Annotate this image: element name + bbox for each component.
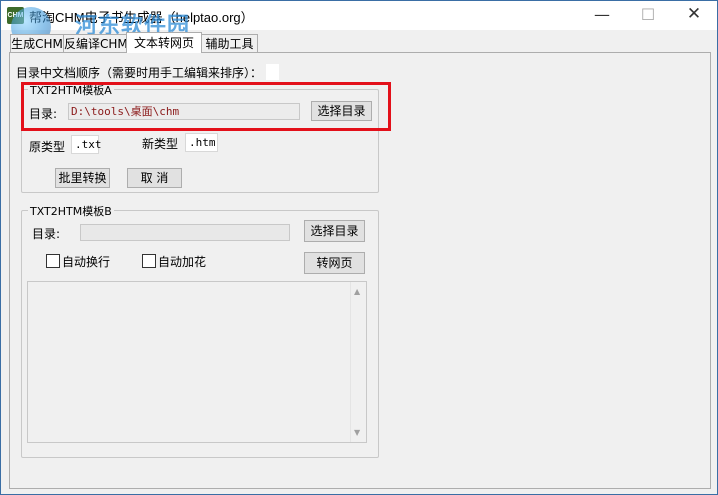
new-type-input[interactable]: .htm <box>185 133 218 152</box>
group-b-title: TXT2HTM模板B <box>28 203 114 219</box>
tab-generate-chm[interactable]: 生成CHM <box>10 34 64 53</box>
maximize-button[interactable]: ☐ <box>625 1 671 30</box>
vertical-scrollbar[interactable]: ▲ ▼ <box>350 282 366 442</box>
orig-type-label: 原类型 <box>29 140 66 154</box>
group-a-dir-label: 目录: <box>29 107 58 121</box>
batch-convert-button[interactable]: 批里转换 <box>55 168 110 188</box>
tab-strip: 生成CHM 反编译CHM 文本转网页 辅助工具 <box>10 32 710 53</box>
checkbox-box-icon <box>142 254 156 268</box>
app-window: CHM 帮淘CHM电子书生成器（helptao.org） — ☐ ✕ 河东软件园… <box>0 0 718 495</box>
scroll-down-icon[interactable]: ▼ <box>354 428 360 437</box>
auto-decor-checkbox[interactable]: 自动加花 <box>142 253 206 270</box>
output-text-area[interactable]: ▲ ▼ <box>27 281 367 443</box>
new-type-label: 新类型 <box>142 137 179 151</box>
tab-text-to-web[interactable]: 文本转网页 <box>126 32 202 53</box>
group-a-dir-input[interactable]: D:\tools\桌面\chm <box>68 103 300 120</box>
minimize-button[interactable]: — <box>579 1 625 30</box>
doc-order-field[interactable] <box>266 64 279 80</box>
window-title: 帮淘CHM电子书生成器（helptao.org） <box>29 10 254 25</box>
group-a-title: TXT2HTM模板A <box>28 82 114 98</box>
tab-decompile-chm[interactable]: 反编译CHM <box>63 34 128 53</box>
checkbox-box-icon <box>46 254 60 268</box>
auto-decor-label: 自动加花 <box>158 255 207 269</box>
tab-utilities[interactable]: 辅助工具 <box>201 34 258 53</box>
group-a-select-dir-button[interactable]: 选择目录 <box>311 101 372 121</box>
scroll-up-icon[interactable]: ▲ <box>354 287 360 296</box>
app-icon: CHM <box>7 7 24 24</box>
to-web-button[interactable]: 转网页 <box>304 252 365 274</box>
title-bar[interactable]: CHM 帮淘CHM电子书生成器（helptao.org） — ☐ ✕ <box>1 1 717 30</box>
doc-order-label: 目录中文档顺序（需要时用手工编辑来排序）： <box>16 66 263 80</box>
group-b-dir-input[interactable] <box>80 224 290 241</box>
group-b-select-dir-button[interactable]: 选择目录 <box>304 220 365 242</box>
group-template-a: TXT2HTM模板A 目录: D:\tools\桌面\chm 选择目录 原类型 … <box>21 82 379 193</box>
orig-type-input[interactable]: .txt <box>71 135 102 154</box>
auto-wrap-label: 自动换行 <box>62 255 111 269</box>
group-b-dir-label: 目录: <box>32 227 61 241</box>
auto-wrap-checkbox[interactable]: 自动换行 <box>46 253 110 270</box>
cancel-button[interactable]: 取 消 <box>127 168 182 188</box>
close-button[interactable]: ✕ <box>671 1 717 30</box>
